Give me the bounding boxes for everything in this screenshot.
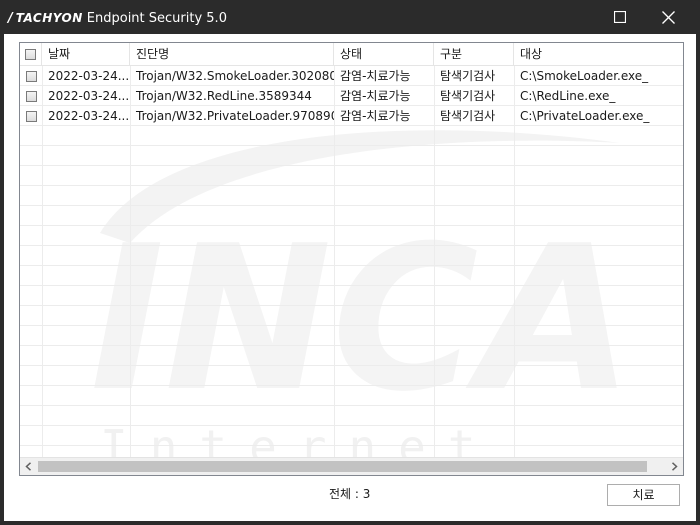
row-target: C:\RedLine.exe_	[520, 89, 616, 103]
cure-button[interactable]: 치료	[607, 484, 680, 506]
table-header: 날짜 진단명 상태 구분 대상	[20, 43, 683, 66]
chevron-right-icon	[671, 462, 678, 471]
row-name: Trojan/W32.SmokeLoader.302080	[136, 69, 334, 83]
row-type: 탐색기검사	[440, 109, 496, 123]
main-content: INCA Internet 날짜 진단명 상태 구분 대상 2022-03-24…	[4, 34, 696, 521]
table-row[interactable]: 2022-03-24... Trojan/W32.PrivateLoader.9…	[20, 106, 683, 126]
row-target: C:\SmokeLoader.exe_	[520, 69, 649, 83]
row-status: 감염-치료가능	[340, 69, 411, 83]
column-header-target[interactable]: 대상	[514, 43, 683, 65]
column-header-date[interactable]: 날짜	[42, 43, 130, 65]
row-target: C:\PrivateLoader.exe_	[520, 109, 650, 123]
row-status: 감염-치료가능	[340, 89, 411, 103]
tachyon-logo-icon: /	[8, 10, 13, 26]
row-type: 탐색기검사	[440, 89, 496, 103]
window-title: Endpoint Security 5.0	[86, 10, 227, 26]
column-header-name[interactable]: 진단명	[130, 43, 334, 65]
maximize-icon	[614, 11, 626, 23]
select-all-checkbox[interactable]	[25, 49, 36, 60]
scroll-thumb[interactable]	[38, 461, 647, 472]
row-status: 감염-치료가능	[340, 109, 411, 123]
row-checkbox[interactable]	[26, 71, 37, 82]
close-icon	[661, 10, 675, 24]
close-button[interactable]	[648, 4, 688, 30]
title-bar: / TACHYON Endpoint Security 5.0	[0, 0, 700, 34]
logo-text: TACHYON	[15, 11, 83, 25]
column-header-status[interactable]: 상태	[334, 43, 434, 65]
scroll-right-button[interactable]	[666, 458, 683, 475]
row-date: 2022-03-24...	[48, 109, 130, 123]
app-brand: / TACHYON Endpoint Security 5.0	[8, 9, 227, 27]
column-header-type[interactable]: 구분	[434, 43, 514, 65]
row-checkbox[interactable]	[26, 111, 37, 122]
row-date: 2022-03-24...	[48, 89, 130, 103]
detection-list: INCA Internet 날짜 진단명 상태 구분 대상 2022-03-24…	[19, 42, 684, 476]
chevron-left-icon	[25, 462, 32, 471]
row-name: Trojan/W32.PrivateLoader.9708906	[136, 109, 334, 123]
header-select-all[interactable]	[20, 43, 42, 65]
maximize-button[interactable]	[600, 4, 640, 30]
total-count: 전체 : 3	[329, 487, 371, 501]
table-row[interactable]: 2022-03-24... Trojan/W32.SmokeLoader.302…	[20, 66, 683, 86]
row-date: 2022-03-24...	[48, 69, 130, 83]
horizontal-scrollbar[interactable]	[20, 457, 683, 475]
row-checkbox[interactable]	[26, 91, 37, 102]
row-name: Trojan/W32.RedLine.3589344	[136, 89, 312, 103]
table-row[interactable]: 2022-03-24... Trojan/W32.RedLine.3589344…	[20, 86, 683, 106]
scroll-left-button[interactable]	[20, 458, 37, 475]
row-type: 탐색기검사	[440, 69, 496, 83]
